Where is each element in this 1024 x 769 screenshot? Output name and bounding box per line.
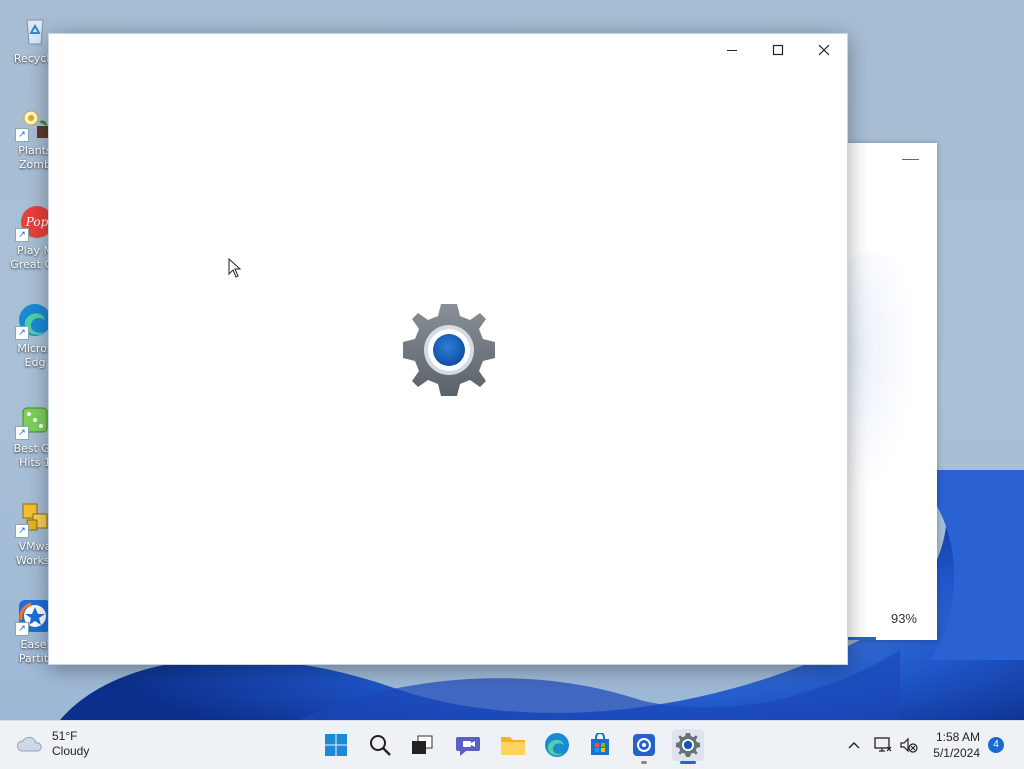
settings-window[interactable]: [48, 33, 848, 665]
mouse-cursor: [228, 258, 242, 278]
shortcut-arrow-icon: ↗: [15, 326, 29, 340]
close-icon: [818, 44, 830, 56]
settings-gear-icon: [399, 300, 499, 400]
progress-bar: [848, 637, 876, 640]
shortcut-arrow-icon: ↗: [15, 426, 29, 440]
minimize-icon: [727, 50, 737, 51]
notification-badge[interactable]: 4: [988, 737, 1004, 753]
minimize-icon[interactable]: [902, 159, 919, 160]
running-indicator: [641, 761, 647, 764]
maximize-button[interactable]: [755, 34, 801, 66]
file-explorer-button[interactable]: [497, 729, 529, 761]
network-icon: [874, 737, 892, 752]
weather-widget[interactable]: 51°F Cloudy: [16, 729, 89, 759]
clock-time: 1:58 AM: [935, 730, 980, 744]
task-view-button[interactable]: [406, 729, 438, 761]
search-icon: [370, 735, 391, 756]
weather-temperature: 51°F: [52, 729, 78, 743]
clock[interactable]: 1:58 AM 5/1/2024: [933, 729, 980, 761]
edge-icon: [545, 733, 569, 757]
network-button[interactable]: [873, 721, 893, 769]
search-button[interactable]: [364, 729, 396, 761]
store-button[interactable]: [584, 729, 616, 761]
volume-muted-icon: [900, 737, 918, 753]
teams-chat-icon: [456, 737, 480, 756]
close-button[interactable]: [801, 34, 847, 66]
active-indicator: [680, 761, 696, 764]
chevron-up-icon: [848, 742, 860, 749]
gear-icon: [676, 733, 700, 757]
svg-text:Pop: Pop: [25, 215, 49, 229]
app-icon: [633, 734, 655, 756]
settings-button[interactable]: [672, 729, 704, 764]
minimize-button[interactable]: [709, 34, 755, 66]
task-view-icon: [412, 735, 433, 754]
background-installer-window[interactable]: 93%: [828, 143, 937, 640]
edge-button[interactable]: [541, 729, 573, 761]
clock-date: 5/1/2024: [933, 746, 980, 760]
volume-button[interactable]: [899, 721, 919, 769]
shortcut-arrow-icon: ↗: [15, 228, 29, 242]
maximize-icon: [772, 44, 784, 56]
weather-condition: Cloudy: [52, 744, 90, 758]
show-hidden-icons-button[interactable]: [846, 721, 862, 769]
store-icon: [591, 733, 609, 755]
start-button[interactable]: [320, 729, 352, 761]
folder-icon: [501, 737, 525, 755]
shortcut-arrow-icon: ↗: [15, 128, 29, 142]
chat-button[interactable]: [452, 729, 484, 761]
cloud-icon: [16, 736, 42, 752]
progress-percentage: 93%: [890, 611, 917, 626]
shortcut-arrow-icon: ↗: [15, 524, 29, 538]
app-button[interactable]: [628, 729, 660, 764]
taskbar: 51°F Cloudy 1:58 AM 5/1/2024 4: [0, 720, 1024, 769]
shortcut-arrow-icon: ↗: [15, 622, 29, 636]
windows-logo-icon: [325, 734, 347, 756]
